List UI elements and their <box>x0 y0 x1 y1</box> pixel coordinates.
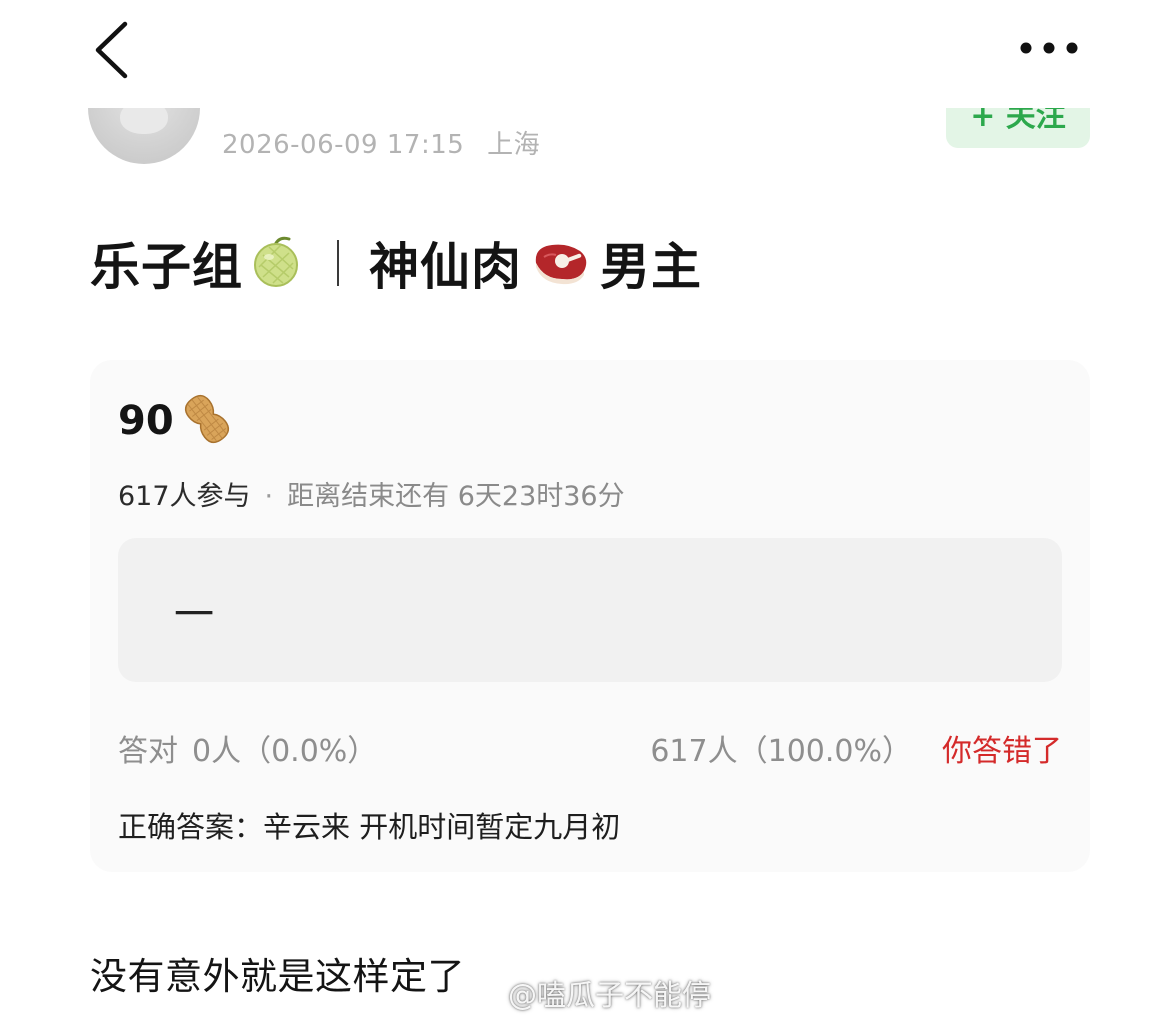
post-body-text: 没有意外就是这样定了 <box>90 955 465 998</box>
watermark-text: @嗑瓜子不能停 <box>508 978 712 1012</box>
weibo-logo-icon <box>468 981 501 1008</box>
participant-count: 617人参与 <box>118 481 251 512</box>
quiz-score: 90 <box>118 398 174 444</box>
my-answer-box[interactable]: 一 <box>118 538 1062 682</box>
avatar[interactable] <box>88 108 200 164</box>
correct-label: 答对 <box>118 734 178 769</box>
chevron-left-icon <box>95 21 128 79</box>
peanut-icon <box>178 390 236 452</box>
title-part-2: 神仙肉 <box>369 238 522 296</box>
more-dots-icon <box>1020 42 1078 54</box>
stats-separator: · <box>264 481 274 512</box>
title-part-3: 男主 <box>600 238 702 296</box>
wrong-group: 617人（100.0%） 你答错了 <box>650 726 1062 770</box>
meat-icon <box>528 233 594 293</box>
post-meta: 2026-06-09 17:15 上海 <box>222 124 540 161</box>
avatar-placeholder-icon <box>120 108 168 134</box>
post-title: 乐子组 神仙肉 男主 <box>90 226 702 300</box>
result-row: 答对 0人（0.0%） 617人（100.0%） 你答错了 <box>118 726 1062 770</box>
title-divider <box>337 240 339 286</box>
correct-answer: 正确答案：辛云来 开机时间暂定九月初 <box>118 810 621 844</box>
quiz-stats: 617人参与 · 距离结束还有 6天23时36分 <box>118 474 625 513</box>
post-location: 上海 <box>487 130 541 160</box>
post-timestamp: 2026-06-09 17:15 <box>222 130 465 160</box>
more-options-button[interactable] <box>1014 30 1084 66</box>
countdown-text: 距离结束还有 6天23时36分 <box>287 481 625 512</box>
melon-icon <box>249 233 305 293</box>
wrong-answer-badge: 你答错了 <box>942 734 1062 769</box>
my-answer-text: 一 <box>174 592 214 638</box>
wrong-count: 617人（100.0%） <box>650 734 912 769</box>
quiz-reward: 90 <box>118 390 236 452</box>
quiz-card[interactable]: 90 617人参与 · 距离结束还有 6天23时36分 一 答对 0人（0.0%） 6… <box>90 360 1090 872</box>
author-row: 2026-06-09 17:15 上海 + 关注 <box>0 108 1172 178</box>
follow-button[interactable]: + 关注 <box>946 108 1090 148</box>
title-part-1: 乐子组 <box>90 238 243 296</box>
correct-count: 0人（0.0%） <box>192 734 378 769</box>
watermark: @嗑瓜子不能停 <box>468 972 711 1014</box>
back-button[interactable] <box>86 18 136 82</box>
